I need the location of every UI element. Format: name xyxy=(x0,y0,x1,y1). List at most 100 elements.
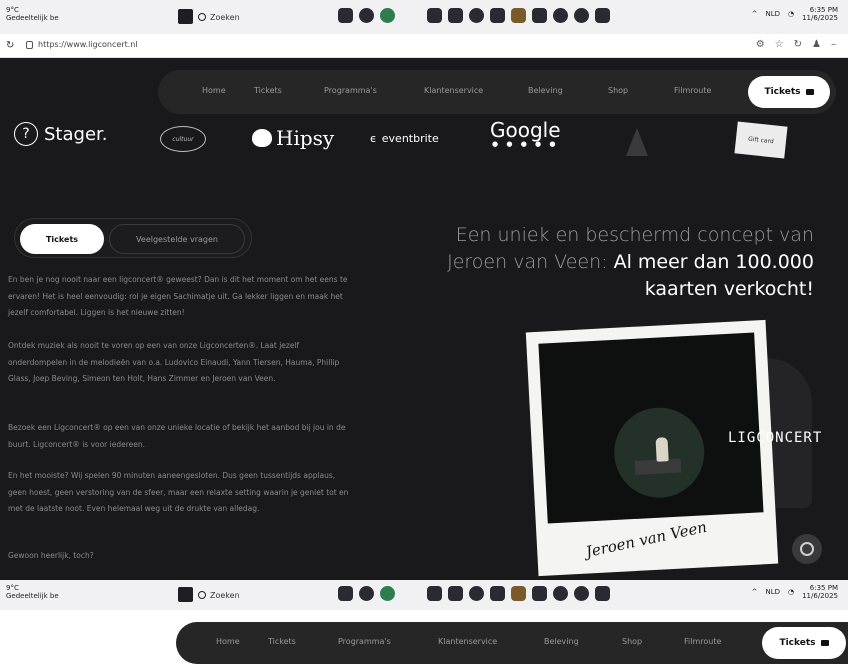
handwritten-signature: Jeroen van Veen xyxy=(584,517,709,562)
star-icon[interactable]: ☆ xyxy=(775,39,784,50)
experience-paragraph: En het mooiste? Wij spelen 90 minuten aa… xyxy=(8,471,349,513)
clock-date: 11/6/2025 xyxy=(802,14,838,22)
app-icon-6-bottom[interactable] xyxy=(532,586,547,601)
clock-bottom[interactable]: 6:35 PM 11/6/2025 xyxy=(802,584,838,600)
weather-desc: Gedeeltelijk be xyxy=(6,14,59,22)
eventbrite-wordmark: eventbrite xyxy=(381,132,439,145)
app-icon-2[interactable] xyxy=(448,8,463,23)
clock[interactable]: 6:35 PM 11/6/2025 xyxy=(802,6,838,22)
clock-time-bottom: 6:35 PM xyxy=(809,584,838,592)
tickets-cta-label: Tickets xyxy=(764,87,801,97)
tab-tickets[interactable]: Tickets xyxy=(20,224,104,254)
weather-widget-bottom[interactable]: 9°C Gedeeltelijk be xyxy=(6,584,59,600)
wifi-icon-bottom[interactable]: ◔ xyxy=(788,588,794,596)
taskbar-search-label-bottom: Zoeken xyxy=(210,590,240,600)
app-icon-3[interactable] xyxy=(469,8,484,23)
weather-desc-bottom: Gedeeltelijk be xyxy=(6,592,59,600)
intro-paragraph: En ben je nog nooit naar een ligconcert®… xyxy=(8,275,348,317)
bottom-nav-klantenservice[interactable]: Klantenservice xyxy=(438,637,497,646)
app-icon-5[interactable] xyxy=(511,8,526,23)
nav-beleving[interactable]: Beleving xyxy=(528,86,563,95)
system-tray-bottom: ^ NLD ◔ 6:35 PM 11/6/2025 xyxy=(752,584,838,600)
weather-widget[interactable]: 9°C Gedeeltelijk be xyxy=(6,6,59,22)
headline-part-2: Al meer dan 100.000 kaarten verkocht! xyxy=(613,251,814,300)
nav-shop[interactable]: Shop xyxy=(608,86,628,95)
taskbar-search-label: Zoeken xyxy=(210,12,240,22)
nav-home[interactable]: Home xyxy=(202,86,226,95)
extension-icon[interactable]: ♟ xyxy=(812,39,821,50)
browser-icon-bottom[interactable] xyxy=(380,586,395,601)
app-icon-1[interactable] xyxy=(427,8,442,23)
bottom-navbar: Home Tickets Programma's Klantenservice … xyxy=(176,622,848,664)
bottom-nav-home[interactable]: Home xyxy=(216,637,240,646)
bottom-nav-filmroute[interactable]: Filmroute xyxy=(684,637,721,646)
clock-date-bottom: 11/6/2025 xyxy=(802,592,838,600)
app-icon-2-bottom[interactable] xyxy=(448,586,463,601)
file-explorer-icon-bottom[interactable] xyxy=(338,586,353,601)
browser-toolbar-icons: ⚙ ☆ ↻ ♟ – xyxy=(756,39,836,50)
chat-icon[interactable] xyxy=(359,8,374,23)
browser-icon[interactable] xyxy=(380,8,395,23)
windows-start-icon-bottom[interactable] xyxy=(178,587,193,602)
app-icon-3-bottom[interactable] xyxy=(469,586,484,601)
taskbar-apps xyxy=(338,8,610,23)
app-icon-5-bottom[interactable] xyxy=(511,586,526,601)
app-icon-6[interactable] xyxy=(532,8,547,23)
system-tray: ^ NLD ◔ 6:35 PM 11/6/2025 xyxy=(752,6,838,22)
lock-icon[interactable] xyxy=(26,41,33,49)
windows-taskbar-bottom: 9°C Gedeeltelijk be Zoeken ^ NLD ◔ 6:35 … xyxy=(0,580,848,610)
taskbar-search[interactable]: Zoeken xyxy=(198,8,268,26)
minimize-icon[interactable]: – xyxy=(831,39,836,50)
pianist-figure xyxy=(655,437,669,462)
heart-icon xyxy=(252,129,272,147)
bottom-tickets-cta-button[interactable]: Tickets xyxy=(762,627,846,659)
search-icon-bottom xyxy=(198,591,206,599)
whatsapp-icon xyxy=(800,542,814,556)
bottom-ticket-icon xyxy=(820,640,829,646)
file-explorer-icon[interactable] xyxy=(338,8,353,23)
stager-wordmark: Stager. xyxy=(44,123,108,145)
nav-klantenservice[interactable]: Klantenservice xyxy=(424,86,483,95)
refresh-icon[interactable]: ↻ xyxy=(794,39,802,50)
bottom-nav-programmas[interactable]: Programma's xyxy=(338,637,391,646)
settings-icon[interactable]: ⚙ xyxy=(756,39,765,50)
language-indicator-bottom[interactable]: NLD xyxy=(765,588,780,596)
chevron-up-icon[interactable]: ^ xyxy=(752,10,758,18)
tab-faq[interactable]: Veelgestelde vragen xyxy=(109,224,245,254)
app-icon-7-bottom[interactable] xyxy=(553,586,568,601)
language-indicator[interactable]: NLD xyxy=(765,10,780,18)
wifi-icon[interactable]: ◔ xyxy=(788,10,794,18)
app-icon-9-bottom[interactable] xyxy=(595,586,610,601)
stager-mark-icon: ? xyxy=(14,122,38,146)
weather-temp: 9°C xyxy=(6,6,19,14)
whatsapp-chat-button[interactable] xyxy=(792,534,822,564)
nav-programmas[interactable]: Programma's xyxy=(324,86,377,95)
tickets-cta-button[interactable]: Tickets xyxy=(748,76,830,108)
oval-logo-text: cultuur xyxy=(172,135,194,143)
windows-start-icon[interactable] xyxy=(178,9,193,24)
nav-filmroute[interactable]: Filmroute xyxy=(674,86,711,95)
app-icon-4[interactable] xyxy=(490,8,505,23)
bottom-nav-tickets[interactable]: Tickets xyxy=(268,637,296,646)
app-icon-1-bottom[interactable] xyxy=(427,586,442,601)
app-icon-7[interactable] xyxy=(553,8,568,23)
reload-icon[interactable]: ↻ xyxy=(6,40,14,51)
website-viewport: Home Tickets Programma's Klantenservice … xyxy=(0,58,848,580)
app-icon-9[interactable] xyxy=(595,8,610,23)
chat-icon-bottom[interactable] xyxy=(359,586,374,601)
ticket-icon xyxy=(805,89,814,95)
bottom-nav-shop[interactable]: Shop xyxy=(622,637,642,646)
main-navbar: Home Tickets Programma's Klantenservice … xyxy=(158,70,836,114)
taskbar-search-bottom[interactable]: Zoeken xyxy=(198,586,268,604)
url-field[interactable]: https://www.ligconcert.nl xyxy=(38,40,138,49)
bottom-nav-beleving[interactable]: Beleving xyxy=(544,637,579,646)
browser-address-bar: ↻ https://www.ligconcert.nl ⚙ ☆ ↻ ♟ – xyxy=(0,34,848,58)
weather-temp-bottom: 9°C xyxy=(6,584,19,592)
chevron-up-icon-bottom[interactable]: ^ xyxy=(752,588,758,596)
triangle-partner-logo xyxy=(626,128,648,156)
app-icon-8[interactable] xyxy=(574,8,589,23)
app-icon-4-bottom[interactable] xyxy=(490,586,505,601)
app-icon-8-bottom[interactable] xyxy=(574,586,589,601)
ligconcert-logo: LIGCONCERT xyxy=(728,430,823,446)
nav-tickets[interactable]: Tickets xyxy=(254,86,282,95)
